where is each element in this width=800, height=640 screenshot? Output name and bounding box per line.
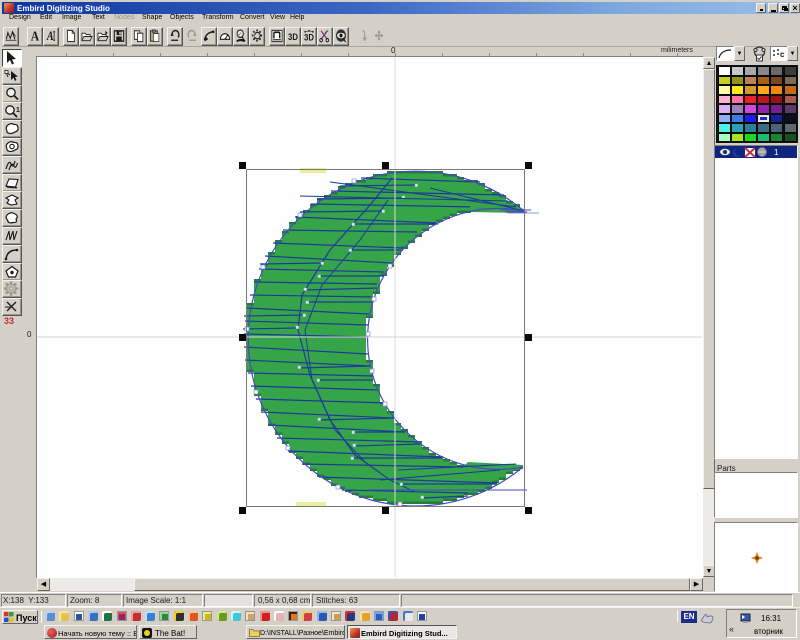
svg-text:1: 1	[774, 148, 779, 157]
svg-text:1: 1	[16, 107, 20, 114]
svg-text:A: A	[46, 30, 54, 43]
svg-text:✓: ✓	[238, 32, 242, 39]
svg-text:3D: 3D	[304, 32, 314, 43]
svg-text:3D: 3D	[288, 31, 298, 42]
svg-text:c: c	[780, 50, 785, 59]
svg-text:A: A	[31, 28, 40, 44]
